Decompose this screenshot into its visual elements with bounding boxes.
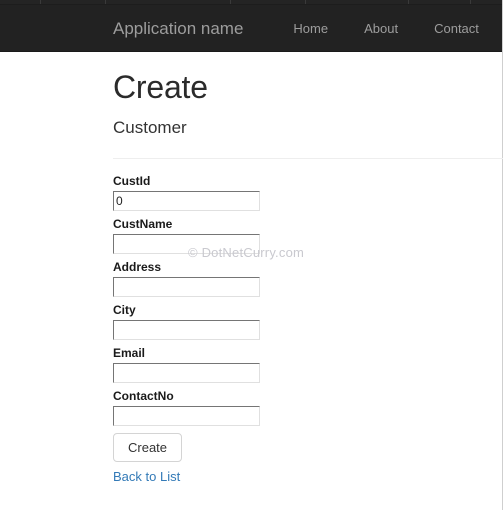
chrome-tick [408, 0, 409, 4]
create-submit-button[interactable]: Create [113, 432, 183, 463]
form-group-address: Address [113, 261, 503, 297]
label-custid: CustId [113, 173, 151, 188]
label-city: City [113, 302, 136, 317]
input-address[interactable] [113, 276, 260, 297]
label-address: Address [113, 259, 162, 274]
label-contactno: ContactNo [113, 388, 174, 403]
navbar-nav: Home About Contact [275, 22, 496, 35]
label-email: Email [113, 345, 146, 360]
nav-link-about[interactable]: About [346, 22, 416, 35]
form-group-email: Email [113, 347, 503, 383]
form-group-city: City [113, 304, 503, 340]
input-city[interactable] [113, 319, 260, 340]
create-customer-form: CustId CustName Address City Email Conta… [113, 175, 503, 487]
input-custname[interactable] [113, 233, 260, 254]
navbar: Application name Home About Contact [0, 5, 503, 52]
input-email[interactable] [113, 362, 260, 383]
form-group-custid: CustId [113, 175, 503, 211]
chrome-tick [105, 0, 106, 4]
main-content: Create Customer CustId CustName Address … [0, 52, 503, 486]
chrome-tick [230, 0, 231, 4]
input-contactno[interactable] [113, 405, 260, 426]
input-custid[interactable] [113, 190, 260, 211]
chrome-tick [40, 0, 41, 4]
chrome-tick [305, 0, 306, 4]
chrome-tick [470, 0, 471, 4]
form-group-contactno: ContactNo [113, 390, 503, 426]
nav-link-home[interactable]: Home [275, 22, 346, 35]
page-subtitle: Customer [113, 118, 187, 138]
page-title: Create [113, 69, 208, 105]
nav-link-contact[interactable]: Contact [416, 22, 497, 35]
label-custname: CustName [113, 216, 173, 231]
back-to-list-link[interactable]: Back to List [113, 469, 180, 484]
navbar-brand[interactable]: Application name [113, 20, 243, 37]
form-group-custname: CustName [113, 218, 503, 254]
navbar-inner: Application name Home About Contact [0, 5, 503, 51]
section-divider [113, 157, 503, 159]
